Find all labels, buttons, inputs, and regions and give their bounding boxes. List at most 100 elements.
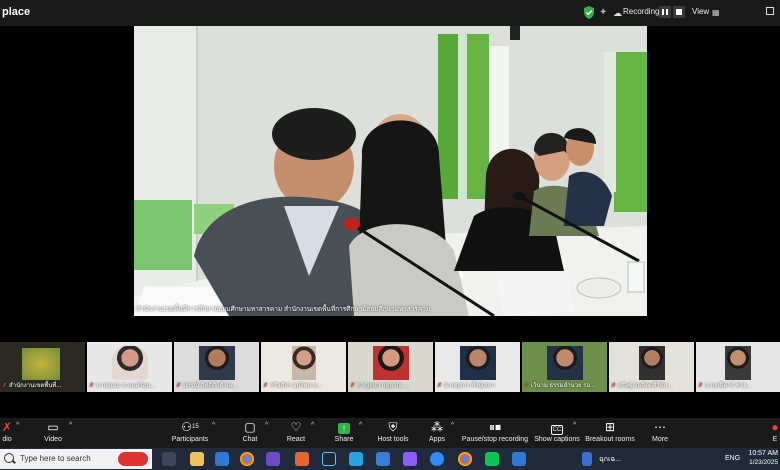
video-options-caret[interactable]: ^ (69, 422, 72, 429)
pause-stop-recording-button[interactable]: ⏸⏹ Pause/stop recording (460, 418, 530, 448)
mic-muted-icon: ✗ (350, 383, 356, 389)
participant-name-label: สำนักงานเขตพื้นที่การศึกษามัธยมศึกษามหาส… (136, 306, 431, 313)
search-icon (4, 453, 14, 463)
ai-sparkle-icon[interactable]: ✦ (599, 7, 607, 18)
gallery-tile[interactable]: ✗ นายกษิดาร์ ชาย... (696, 342, 780, 392)
mic-muted-icon: ✗ (437, 383, 443, 389)
line-icon[interactable] (485, 452, 499, 466)
apps-options-caret[interactable]: ^ (451, 422, 454, 429)
steam-icon[interactable] (322, 452, 336, 466)
participant-name: ✗ ศริษฐ์ สมจิตตสิริบัก... (611, 383, 673, 389)
gallery-tile[interactable]: ✗ นายสุเมธ นาเมศรีสุน... (87, 342, 172, 392)
chrome-icon[interactable] (458, 452, 472, 466)
end-icon: ● (771, 420, 779, 434)
gallery-tile[interactable]: ✗ นายดุสกร ทั้งบุ๊เสนา (435, 342, 520, 392)
meeting-toolbar: ✗ dio ^ ▭ Video ^ ⚇15 Participants ^ ▢ C… (0, 418, 780, 448)
windows-taskbar: Type here to search ฉุกเฉ... ENG 10:57 A… (0, 448, 780, 470)
app-icon[interactable] (403, 452, 417, 466)
more-icon: ⋯ (654, 420, 666, 434)
mic-muted-icon: ✗ (1, 420, 13, 434)
chat-icon: ▢ (244, 420, 256, 434)
pause-stop-icon: ⏸⏹ (488, 420, 501, 434)
task-view-icon[interactable] (162, 452, 176, 466)
react-button[interactable]: ♡ React (282, 418, 310, 448)
store-icon[interactable] (215, 452, 229, 466)
gallery-tile[interactable]: ✗ เว้นาม ธรรมอำนวย รอ... (522, 342, 607, 392)
zoom-icon[interactable] (430, 452, 444, 466)
participant-name: ✗ เว้นาม ธรรมอำนวย รอ... (524, 383, 596, 389)
mic-muted-icon: ✗ (611, 383, 617, 389)
clock-time[interactable]: 10:57 AM (744, 450, 778, 457)
react-options-caret[interactable]: ^ (311, 422, 314, 429)
title-bar: place ✦ ☁ Recording... View ▦ (0, 0, 780, 26)
video-off-icon: ▭ (47, 420, 59, 434)
share-screen-icon: ↑ (330, 418, 358, 436)
clock-date[interactable]: 1/23/2025 (744, 459, 778, 466)
apps-icon: ⁂ (431, 420, 443, 434)
weather-text: ฉุกเฉ... (599, 456, 622, 463)
shield-check-icon[interactable] (583, 6, 595, 19)
gallery-tile[interactable]: ✗ กริสศักร อุปไพ่ม ผ... (261, 342, 346, 392)
participants-button[interactable]: ⚇15 Participants (170, 418, 210, 448)
video-button[interactable]: ▭ Video (38, 418, 68, 448)
participant-name: ✗ กาญจนา กตุลาณ ... (350, 383, 409, 389)
profile-picture (22, 348, 60, 380)
participant-face (198, 346, 235, 380)
participants-icon: ⚇15 (181, 420, 199, 434)
pause-recording-button[interactable] (659, 6, 671, 18)
participant-name: ✗ ปกรณ์ อิทธิศักดิ์ ผอ... (176, 383, 238, 389)
more-button[interactable]: ⋯ More (646, 418, 674, 448)
shield-icon: ⛨ (388, 420, 398, 434)
mic-muted-icon: ✗ (89, 383, 95, 389)
gallery-tile[interactable]: ✗ ปกรณ์ อิทธิศักดิ์ ผอ... (174, 342, 259, 392)
view-button[interactable]: View (692, 7, 709, 16)
app-icon[interactable] (376, 452, 390, 466)
audio-options-caret[interactable]: ^ (16, 422, 19, 429)
chat-button[interactable]: ▢ Chat (236, 418, 264, 448)
apps-button[interactable]: ⁂ Apps (424, 418, 450, 448)
participant-name: ✗ นายกษิดาร์ ชาย... (698, 383, 752, 389)
participant-name: ✗ กริสศักร อุปไพ่ม ผ... (263, 383, 322, 389)
mic-muted-icon: ✗ (263, 383, 269, 389)
participant-face (725, 346, 751, 380)
file-explorer-icon[interactable] (190, 452, 204, 466)
participants-count: 15 (192, 424, 199, 430)
mic-muted-icon: ✗ (698, 383, 704, 389)
meeting-room-scene (134, 26, 647, 316)
participant-face (459, 346, 496, 380)
grid-icon[interactable]: ▦ (712, 8, 720, 17)
language-indicator[interactable]: ENG (725, 455, 740, 462)
host-tools-button[interactable]: ⛨ Host tools (374, 418, 412, 448)
search-highlight-icon (118, 452, 148, 466)
app-icon[interactable] (266, 452, 280, 466)
maximize-icon[interactable] (766, 7, 774, 15)
app-icon[interactable] (295, 452, 309, 466)
weather-icon[interactable] (582, 452, 592, 466)
cloud-record-icon: ☁ (613, 8, 622, 18)
audio-button[interactable]: ✗ dio (0, 418, 14, 448)
search-placeholder: Type here to search (20, 454, 91, 463)
captions-options-caret[interactable]: ^ (573, 422, 576, 429)
app-icon[interactable] (512, 452, 526, 466)
mic-muted-icon: ✗ (524, 383, 530, 389)
gallery-tile[interactable]: ✗ กาญจนา กตุลาณ ... (348, 342, 433, 392)
main-video-feed[interactable]: สำนักงานเขตพื้นที่การศึกษามัธยมศึกษามหาส… (134, 26, 647, 316)
share-options-caret[interactable]: ^ (359, 422, 362, 429)
participant-face (291, 346, 316, 380)
gallery-tile[interactable]: ✗ ศริษฐ์ สมจิตตสิริบัก... (609, 342, 694, 392)
breakout-rooms-button[interactable]: ⊞ Breakout rooms (585, 418, 635, 448)
chrome-icon[interactable] (240, 452, 254, 466)
stop-recording-button[interactable] (673, 6, 685, 18)
chat-options-caret[interactable]: ^ (265, 422, 268, 429)
share-button[interactable]: ↑ Share (330, 418, 358, 448)
window-title: place (2, 6, 31, 18)
participant-face (638, 346, 665, 380)
participant-name: ✗ สำนักงานเขตพื้นที่... (2, 383, 62, 389)
participant-face (372, 346, 409, 380)
breakout-rooms-icon: ⊞ (604, 420, 616, 434)
end-meeting-button[interactable]: ● E (770, 418, 780, 448)
participants-options-caret[interactable]: ^ (212, 422, 215, 429)
gallery-tile[interactable]: ✗ สำนักงานเขตพื้นที่... (0, 342, 85, 392)
taskbar-search-box[interactable]: Type here to search (0, 449, 152, 469)
edge-icon[interactable] (349, 452, 363, 466)
